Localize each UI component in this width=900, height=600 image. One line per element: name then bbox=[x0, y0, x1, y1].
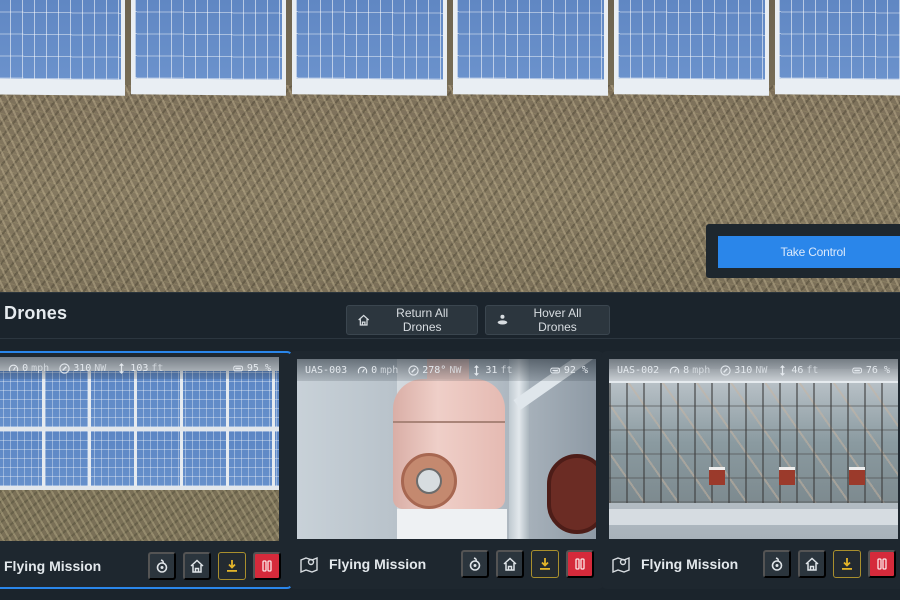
hover-drone-icon bbox=[497, 314, 508, 325]
battery-readout: 92 % bbox=[550, 365, 588, 376]
orbit-button[interactable] bbox=[763, 550, 791, 578]
speed-readout: 8 mph bbox=[669, 365, 710, 376]
compass-icon bbox=[720, 364, 731, 376]
pause-icon bbox=[877, 558, 887, 570]
return-home-button[interactable] bbox=[798, 550, 826, 578]
speed-readout: 0 mph bbox=[357, 365, 398, 376]
drone-status-label: Flying Mission bbox=[329, 556, 427, 572]
drone-card[interactable]: UAS-002 8 mph 310 NW 46 ft 76 % Flying M… bbox=[601, 351, 900, 589]
home-icon bbox=[503, 557, 517, 571]
return-all-drones-label: Return All Drones bbox=[396, 306, 449, 334]
drone-card-footer: Flying Mission bbox=[0, 541, 291, 587]
drone-camera-feed[interactable]: UAS-003 0 mph 278° NW 31 ft 92 % bbox=[297, 359, 596, 539]
pause-icon bbox=[575, 558, 585, 570]
compass-icon bbox=[408, 364, 419, 376]
speed-readout: 0 mph bbox=[8, 363, 49, 374]
battery-icon bbox=[550, 367, 560, 373]
land-button[interactable] bbox=[833, 550, 861, 578]
altitude-icon bbox=[780, 364, 786, 376]
telemetry-bar: UAS-003 0 mph 278° NW 31 ft 92 % bbox=[297, 359, 596, 381]
feed-solar-panels bbox=[0, 0, 900, 96]
heading-readout: 310 NW bbox=[720, 365, 767, 376]
drone-card[interactable]: UAS-003 0 mph 278° NW 31 ft 92 % Flying … bbox=[289, 351, 604, 589]
map-pin-icon bbox=[300, 556, 318, 574]
map-pin-icon bbox=[612, 556, 630, 574]
speedometer-icon bbox=[357, 366, 368, 374]
land-button[interactable] bbox=[531, 550, 559, 578]
home-icon bbox=[358, 314, 370, 326]
altitude-icon bbox=[119, 362, 125, 374]
orbit-button[interactable] bbox=[461, 550, 489, 578]
orbit-icon bbox=[771, 557, 783, 571]
land-icon bbox=[227, 560, 237, 572]
drone-card[interactable]: -001 0 mph 310 NW 103 ft bbox=[0, 351, 293, 589]
return-all-drones-button[interactable]: Return All Drones bbox=[346, 305, 478, 335]
drone-status-label: Flying Mission bbox=[4, 558, 102, 574]
altitude-readout: 46 ft bbox=[777, 365, 818, 376]
speedometer-icon bbox=[669, 366, 680, 374]
battery-icon bbox=[233, 365, 243, 371]
battery-readout: 95 % bbox=[233, 363, 271, 374]
return-home-button[interactable] bbox=[183, 552, 211, 580]
hover-all-drones-label: Hover All Drones bbox=[533, 306, 582, 334]
drones-panel: Drones Return All Drones Hover All Drone… bbox=[0, 292, 900, 600]
land-icon bbox=[842, 558, 852, 570]
drone-card-footer: Flying Mission bbox=[289, 539, 604, 589]
pause-icon bbox=[262, 560, 272, 572]
take-control-button[interactable]: Take Control bbox=[718, 236, 900, 268]
home-icon bbox=[190, 559, 204, 573]
telemetry-bar: UAS-002 8 mph 310 NW 46 ft 76 % bbox=[609, 359, 898, 381]
take-control-panel: Take Control bbox=[706, 224, 900, 278]
orbit-icon bbox=[156, 559, 168, 573]
pause-button[interactable] bbox=[253, 552, 281, 580]
telemetry-bar: -001 0 mph 310 NW 103 ft bbox=[0, 357, 279, 379]
orbit-button[interactable] bbox=[148, 552, 176, 580]
heading-readout: 310 NW bbox=[59, 363, 106, 374]
hover-all-drones-button[interactable]: Hover All Drones bbox=[485, 305, 610, 335]
drone-card-footer: Flying Mission bbox=[601, 539, 900, 589]
drone-actions bbox=[148, 552, 281, 580]
battery-readout: 76 % bbox=[852, 365, 890, 376]
drone-camera-feed[interactable]: -001 0 mph 310 NW 103 ft bbox=[0, 357, 279, 541]
speedometer-icon bbox=[8, 364, 19, 372]
header-divider bbox=[0, 338, 900, 339]
orbit-icon bbox=[469, 557, 481, 571]
drone-control-screen: Take Control Drones Return All Drones Ho… bbox=[0, 0, 900, 600]
pause-button[interactable] bbox=[868, 550, 896, 578]
main-camera-feed[interactable]: Take Control bbox=[0, 0, 900, 300]
altitude-readout: 103 ft bbox=[116, 363, 163, 374]
drone-actions bbox=[461, 550, 594, 578]
drone-id: UAS-002 bbox=[617, 364, 660, 376]
drone-camera-feed[interactable]: UAS-002 8 mph 310 NW 46 ft 76 % bbox=[609, 359, 898, 539]
battery-icon bbox=[852, 367, 862, 373]
altitude-readout: 31 ft bbox=[471, 365, 512, 376]
return-home-button[interactable] bbox=[496, 550, 524, 578]
land-button[interactable] bbox=[218, 552, 246, 580]
pause-button[interactable] bbox=[566, 550, 594, 578]
compass-icon bbox=[59, 362, 70, 374]
heading-readout: 278° NW bbox=[408, 365, 461, 376]
land-icon bbox=[540, 558, 550, 570]
altitude-icon bbox=[474, 364, 480, 376]
drone-actions bbox=[763, 550, 896, 578]
home-icon bbox=[805, 557, 819, 571]
drone-id: UAS-003 bbox=[305, 364, 348, 376]
drones-panel-title: Drones bbox=[4, 303, 68, 323]
drone-status-label: Flying Mission bbox=[641, 556, 739, 572]
